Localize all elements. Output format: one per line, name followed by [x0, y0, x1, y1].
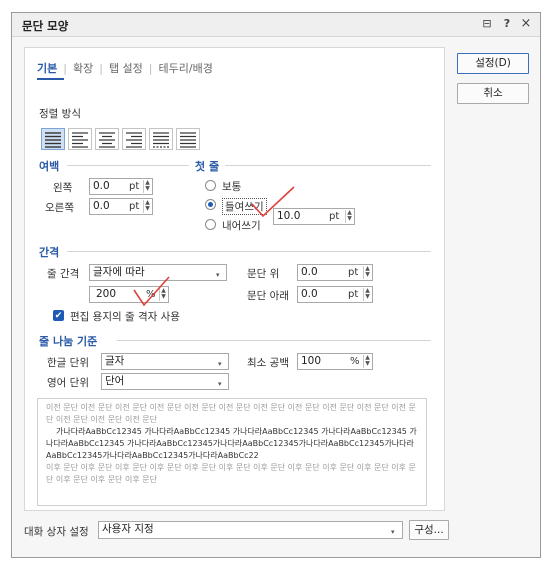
space-before-label: 문단 위 [247, 268, 280, 280]
line-grid-checkbox[interactable]: ✔ [53, 310, 64, 321]
chevron-down-icon: ▾ [218, 360, 222, 368]
spinner-arrows[interactable]: ▲ ▼ [345, 210, 353, 223]
unit-label: % [350, 356, 360, 367]
hangul-unit-select[interactable]: 글자 ▾ [101, 353, 229, 370]
unit-label: pt [129, 201, 140, 212]
preview-before-text: 이전 문단 이전 문단 이전 문단 이전 문단 이전 문단 이전 문단 이전 문… [46, 403, 416, 424]
align-left-button[interactable] [68, 128, 92, 150]
align-divide-icon [180, 132, 196, 148]
align-center-button[interactable] [95, 128, 119, 150]
space-after-input[interactable]: 0.0 pt ▲ ▼ [297, 286, 373, 303]
align-center-icon [99, 132, 115, 148]
margin-right-label: 오른쪽 [45, 202, 74, 214]
dialog-title: 문단 모양 [22, 19, 69, 33]
red-check-annotation-icon [251, 186, 295, 218]
space-after-value: 0.0 [301, 288, 318, 300]
unit-label: pt [129, 181, 140, 192]
title-bar: 문단 모양 ⊟ ? × [12, 13, 540, 37]
cancel-button[interactable]: 취소 [457, 83, 529, 104]
margin-right-value: 0.0 [93, 200, 110, 212]
line-spacing-label: 줄 간격 [47, 268, 80, 280]
margin-right-input[interactable]: 0.0 pt ▲ ▼ [89, 198, 153, 215]
align-right-icon [126, 132, 142, 148]
alignment-button-group [41, 128, 231, 150]
paragraph-preview: 이전 문단 이전 문단 이전 문단 이전 문단 이전 문단 이전 문단 이전 문… [37, 398, 427, 506]
space-before-value: 0.0 [301, 266, 318, 278]
dialog-setting-value: 사용자 지정 [102, 523, 154, 535]
align-justify-icon [45, 132, 61, 148]
close-icon[interactable]: × [519, 17, 533, 31]
min-space-value: 100 [301, 355, 322, 367]
margin-left-label: 왼쪽 [53, 182, 73, 194]
spinner-arrows[interactable]: ▲ ▼ [363, 266, 371, 279]
english-unit-select[interactable]: 단어 ▾ [101, 373, 229, 390]
unit-label: pt [329, 211, 340, 222]
english-unit-label: 영어 단위 [47, 377, 89, 389]
line-break-section-title: 줄 나눔 기준 [39, 335, 98, 348]
section-divider [67, 165, 189, 166]
space-after-label: 문단 아래 [247, 290, 289, 302]
spinner-arrows[interactable]: ▲ ▼ [363, 355, 371, 368]
chevron-down-icon: ▾ [218, 380, 222, 388]
hangul-unit-label: 한글 단위 [47, 357, 89, 369]
first-line-normal-label: 보통 [222, 181, 242, 193]
first-line-normal-radio[interactable] [205, 180, 216, 191]
spinner-arrows[interactable]: ▲ ▼ [143, 200, 151, 213]
dialog-setting-label: 대화 상자 설정 [24, 526, 89, 538]
margin-left-value: 0.0 [93, 180, 110, 192]
dialog-setting-select[interactable]: 사용자 지정 ▾ [98, 521, 403, 539]
align-distribute-icon [153, 132, 169, 148]
paragraph-shape-dialog: 문단 모양 ⊟ ? × 기본 | 확장 | 탭 설정 | 테두리/배경 정렬 방식 [11, 12, 541, 558]
min-space-input[interactable]: 100 % ▲ ▼ [297, 353, 373, 370]
first-line-indent-radio[interactable] [205, 199, 216, 210]
spinner-arrows[interactable]: ▲ ▼ [143, 180, 151, 193]
tab-basic[interactable]: 기본 [37, 60, 57, 76]
section-divider [67, 251, 431, 252]
align-left-icon [72, 132, 88, 148]
section-divider [117, 340, 431, 341]
preview-after-text: 이후 문단 이후 문단 이후 문단 이후 문단 이후 문단 이후 문단 이후 문… [46, 463, 416, 484]
align-right-button[interactable] [122, 128, 146, 150]
tab-separator: | [99, 62, 103, 75]
first-line-outdent-label: 내어쓰기 [222, 220, 261, 232]
chevron-down-icon: ▾ [216, 271, 220, 279]
section-divider [225, 165, 431, 166]
tab-separator: | [63, 62, 67, 75]
first-line-outdent-radio[interactable] [205, 219, 216, 230]
help-icon[interactable]: ? [500, 17, 514, 31]
english-unit-value: 단어 [105, 375, 125, 387]
menu-icon[interactable]: ⊟ [480, 17, 494, 31]
compose-button[interactable]: 구성... [409, 520, 449, 540]
alignment-label: 정렬 방식 [39, 108, 81, 120]
tab-border-background[interactable]: 테두리/배경 [159, 60, 213, 76]
preview-main-text: 가나다라AaBbCc12345 가나다라AaBbCc12345 가나다라AaBb… [46, 427, 417, 460]
spacing-section-title: 간격 [39, 246, 60, 259]
margin-left-input[interactable]: 0.0 pt ▲ ▼ [89, 178, 153, 195]
red-check-annotation-icon [133, 276, 170, 307]
min-space-label: 최소 공백 [247, 357, 289, 369]
hangul-unit-value: 글자 [105, 355, 125, 367]
first-line-section-title: 첫 줄 [195, 160, 220, 173]
margin-section-title: 여백 [39, 160, 60, 173]
align-justify-button[interactable] [41, 128, 65, 150]
line-spacing-value: 200 [96, 288, 117, 300]
tab-panel: 기본 | 확장 | 탭 설정 | 테두리/배경 정렬 방식 여백 왼쪽 0.0 … [24, 47, 445, 511]
ok-button[interactable]: 설정(D) [457, 53, 529, 74]
line-grid-checkbox-label: 편집 용지의 줄 격자 사용 [70, 311, 180, 323]
tab-separator: | [148, 62, 153, 75]
space-before-input[interactable]: 0.0 pt ▲ ▼ [297, 264, 373, 281]
align-divide-button[interactable] [176, 128, 200, 150]
align-distribute-button[interactable] [149, 128, 173, 150]
tab-bar: 기본 | 확장 | 탭 설정 | 테두리/배경 [37, 60, 213, 76]
unit-label: pt [348, 289, 359, 300]
tab-tab-settings[interactable]: 탭 설정 [109, 60, 143, 76]
spinner-arrows[interactable]: ▲ ▼ [363, 288, 371, 301]
active-tab-indicator [37, 78, 64, 80]
chevron-down-icon: ▾ [391, 528, 395, 536]
tab-extended[interactable]: 확장 [73, 60, 93, 76]
unit-label: pt [348, 267, 359, 278]
